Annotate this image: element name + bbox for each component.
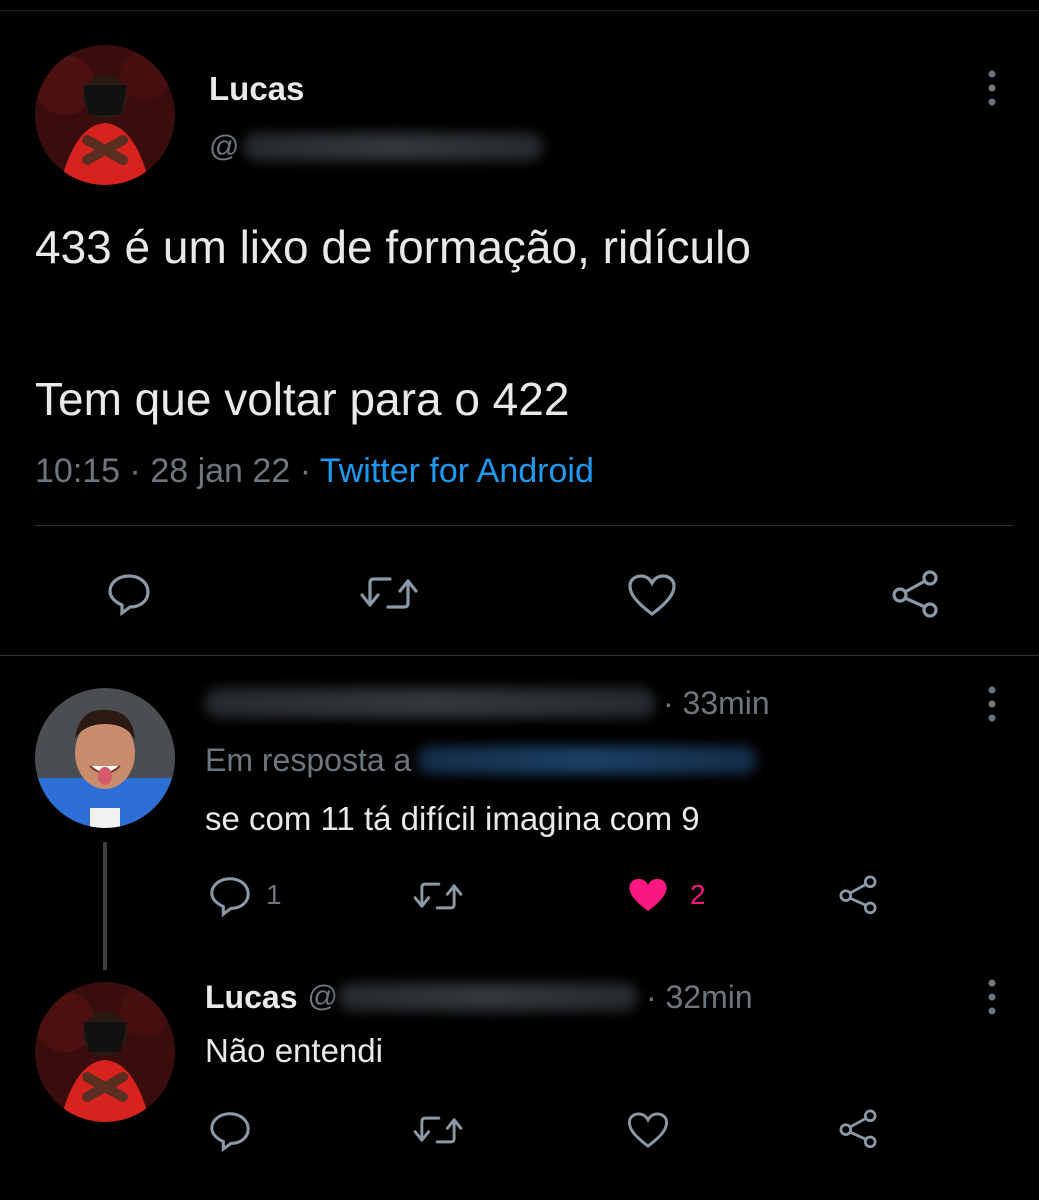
more-options-button[interactable]	[979, 977, 1005, 1017]
share-button[interactable]	[836, 1107, 880, 1149]
avatar[interactable]	[35, 982, 175, 1122]
retweet-icon	[360, 577, 418, 609]
author-redacted[interactable]	[205, 688, 655, 718]
avatar[interactable]	[35, 688, 175, 828]
retweet-button[interactable]	[410, 1112, 466, 1148]
tweet-time: 10:15	[35, 452, 121, 490]
reply-text: Não entendi	[205, 1032, 383, 1069]
like-button[interactable]	[626, 572, 678, 618]
heart-icon	[628, 574, 676, 617]
more-options-button[interactable]	[979, 68, 1005, 108]
more-options-button[interactable]	[979, 684, 1005, 724]
more-dots-icon	[988, 686, 996, 722]
more-dots-icon	[988, 979, 996, 1015]
reply-button[interactable]	[208, 1108, 252, 1152]
retweet-icon	[413, 882, 463, 910]
divider	[35, 525, 1013, 526]
handle-redacted[interactable]	[337, 983, 638, 1011]
share-icon	[892, 570, 938, 618]
share-icon	[839, 875, 877, 915]
like-count: 2	[690, 879, 706, 910]
retweet-button[interactable]	[356, 573, 422, 613]
tweet-date: 28 jan 22	[150, 452, 291, 490]
reply-header: · 33min	[205, 684, 770, 722]
reply-to-line: Em resposta a	[205, 740, 758, 780]
tweet-text-line2: Tem que voltar para o 422	[35, 373, 570, 425]
reply-to-label: Em resposta a	[205, 741, 412, 778]
tweet-text-line1: 433 é um lixo de formação, ridículo	[35, 221, 751, 273]
author-handle[interactable]: @	[209, 130, 544, 164]
heart-icon	[627, 1112, 669, 1148]
more-dots-icon	[988, 70, 996, 106]
tweet-source-link[interactable]: Twitter for Android	[320, 452, 594, 490]
reply-to-handle-redacted[interactable]	[417, 746, 758, 774]
retweet-icon	[413, 1116, 463, 1144]
heart-icon	[629, 878, 667, 912]
top-divider	[0, 10, 1039, 11]
speech-bubble-icon	[108, 574, 150, 616]
retweet-button[interactable]	[410, 878, 466, 914]
handle-at: @	[307, 980, 338, 1013]
speech-bubble-icon	[210, 877, 250, 917]
author-name[interactable]: Lucas	[209, 70, 304, 108]
tweet-meta: 10:15 · 28 jan 22 · Twitter for Android	[35, 452, 594, 491]
reply-button[interactable]: 1	[208, 873, 282, 917]
handle-at: @	[209, 130, 240, 163]
meta-separator: ·	[299, 452, 312, 490]
reply-count: 1	[266, 879, 282, 910]
share-icon	[839, 1109, 877, 1149]
like-button[interactable]: 2	[626, 875, 706, 915]
meta-separator: ·	[129, 452, 141, 490]
reply-button[interactable]	[106, 570, 152, 616]
like-button[interactable]	[626, 1110, 670, 1150]
reply-header: Lucas @ · 32min	[205, 976, 753, 1018]
share-button[interactable]	[836, 873, 880, 915]
speech-bubble-icon	[210, 1112, 250, 1152]
reply-text: se com 11 tá difícil imagina com 9	[205, 800, 700, 837]
reply-time: · 32min	[645, 978, 753, 1015]
thread-line	[103, 842, 107, 970]
reply-time: · 33min	[663, 684, 770, 721]
handle-redacted	[243, 133, 544, 161]
divider	[0, 655, 1039, 656]
author-name[interactable]: Lucas	[205, 979, 297, 1016]
avatar[interactable]	[35, 45, 175, 185]
share-button[interactable]	[888, 568, 942, 618]
